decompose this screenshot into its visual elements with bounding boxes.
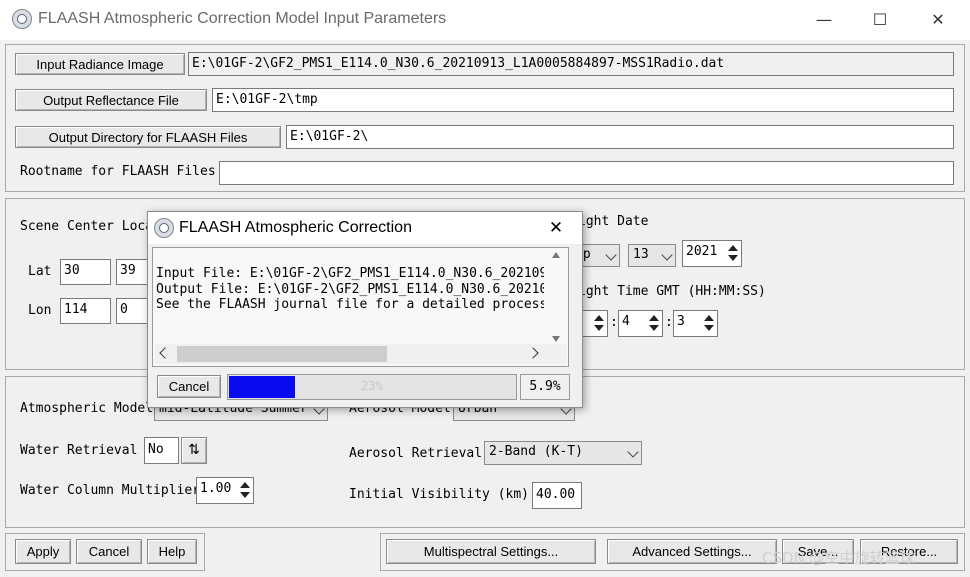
log-line-input: Input File: E:\01GF-2\GF2_PMS1_E114.0_N3… <box>156 266 544 281</box>
minimize-button[interactable]: — <box>804 6 844 34</box>
flight-time-label: ight Time GMT (HH:MM:SS) <box>578 284 766 299</box>
rootname-label: Rootname for FLAASH Files <box>20 164 216 179</box>
lon-label: Lon <box>28 303 52 318</box>
output-reflectance-field[interactable]: E:\01GF-2\tmp <box>212 88 954 112</box>
lon-minutes-input[interactable]: 0 <box>116 298 150 324</box>
cancel-button[interactable]: Cancel <box>76 539 142 564</box>
initial-visibility-input[interactable]: 40.00 <box>532 482 582 509</box>
time-separator: : <box>610 315 618 330</box>
second-spinner[interactable]: 3 <box>673 310 718 337</box>
spin-arrows-icon[interactable] <box>727 243 739 263</box>
lon-degrees-input[interactable]: 114 <box>60 298 111 324</box>
output-reflectance-button[interactable]: Output Reflectance File <box>15 89 207 111</box>
dialog-close-button[interactable]: ✕ <box>544 216 568 240</box>
rootname-field[interactable] <box>219 161 954 185</box>
input-radiance-field[interactable]: E:\01GF-2\GF2_PMS1_E114.0_N30.6_20210913… <box>188 52 954 76</box>
water-column-multiplier-spinner[interactable]: 1.00 <box>196 477 254 504</box>
window-title: FLAASH Atmospheric Correction Model Inpu… <box>38 10 447 27</box>
dialog-app-icon <box>154 218 174 238</box>
close-button[interactable]: ✕ <box>918 6 958 34</box>
water-retrieval-label: Water Retrieval <box>20 443 138 458</box>
apply-button[interactable]: Apply <box>15 539 71 564</box>
horizontal-scrollbar[interactable] <box>155 344 567 364</box>
log-line-journal: See the FLAASH journal file for a detail… <box>156 297 544 312</box>
progress-percent: 5.9% <box>520 374 570 400</box>
scrollbar-thumb[interactable] <box>177 346 387 362</box>
vertical-scrollbar[interactable] <box>549 252 563 342</box>
water-retrieval-value: No <box>144 437 179 464</box>
chevron-down-icon <box>627 446 639 458</box>
spin-arrows-icon[interactable] <box>239 480 251 500</box>
spin-arrows-icon[interactable] <box>648 313 660 333</box>
watermark: CSDN @空中旋转篮球 <box>762 549 915 567</box>
day-select[interactable]: 13 <box>628 244 676 267</box>
app-icon <box>12 9 32 29</box>
aerosol-retrieval-label: Aerosol Retrieval <box>349 446 483 461</box>
progress-text: 23% <box>361 379 383 393</box>
advanced-settings-button[interactable]: Advanced Settings... <box>607 539 777 564</box>
input-radiance-button[interactable]: Input Radiance Image <box>15 53 185 75</box>
flight-date-label: ight Date <box>578 214 649 229</box>
time-separator: : <box>665 315 673 330</box>
lat-degrees-input[interactable]: 30 <box>60 259 111 285</box>
minute-spinner[interactable]: 4 <box>618 310 663 337</box>
scroll-left-icon[interactable] <box>159 347 171 359</box>
dialog-cancel-button[interactable]: Cancel <box>157 375 221 398</box>
spin-arrows-icon[interactable] <box>703 313 715 333</box>
help-button[interactable]: Help <box>147 539 197 564</box>
lat-minutes-input[interactable]: 39 <box>116 259 150 285</box>
initial-visibility-label: Initial Visibility (km) <box>349 487 530 502</box>
chevron-down-icon <box>661 249 673 261</box>
chevron-down-icon <box>605 249 617 261</box>
multispectral-settings-button[interactable]: Multispectral Settings... <box>386 539 596 564</box>
dialog-log-text[interactable]: Input File: E:\01GF-2\GF2_PMS1_E114.0_N3… <box>152 247 569 367</box>
output-directory-button[interactable]: Output Directory for FLAASH Files <box>15 126 281 148</box>
dialog-title: FLAASH Atmospheric Correction <box>179 219 412 236</box>
scene-center-label: Scene Center Loca <box>20 219 154 234</box>
scroll-right-icon[interactable] <box>527 347 539 359</box>
atmospheric-model-label: Atmospheric Model <box>20 401 154 416</box>
toggle-arrows-icon[interactable]: ⇅ <box>181 437 207 464</box>
maximize-button[interactable]: ☐ <box>860 6 900 34</box>
aerosol-retrieval-select[interactable]: 2-Band (K-T) <box>484 441 642 465</box>
output-directory-field[interactable]: E:\01GF-2\ <box>286 125 954 149</box>
year-spinner[interactable]: 2021 <box>682 240 742 267</box>
lat-label: Lat <box>28 264 52 279</box>
log-line-output: Output File: E:\01GF-2\GF2_PMS1_E114.0_N… <box>156 282 544 297</box>
spin-arrows-icon[interactable] <box>593 313 605 333</box>
water-column-multiplier-label: Water Column Multiplier <box>20 483 201 498</box>
progress-bar: 23% <box>227 374 517 400</box>
